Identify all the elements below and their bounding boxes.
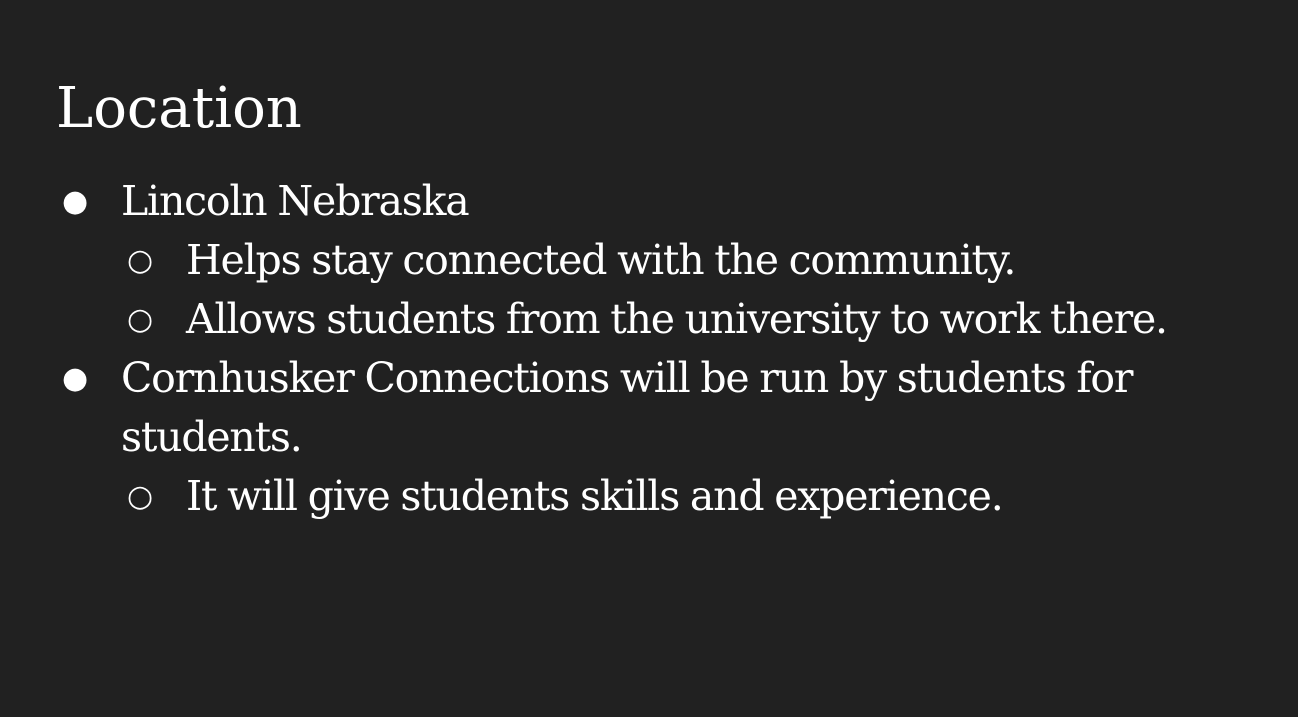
sub-bullet-text: It will give students skills and experie… [186, 472, 1004, 520]
sub-bullet-item-community: ○ Helps stay connected with the communit… [56, 231, 1256, 290]
filled-bullet-icon: ● [62, 361, 89, 396]
slide-title: Location [56, 76, 302, 141]
hollow-bullet-icon: ○ [127, 302, 154, 337]
slide: Location ● Lincoln Nebraska ○ Helps stay… [0, 0, 1298, 717]
bullet-text: Lincoln Nebraska [121, 177, 470, 225]
sub-bullet-item-skills: ○ It will give students skills and exper… [56, 467, 1256, 526]
bullet-list: ● Lincoln Nebraska ○ Helps stay connecte… [56, 172, 1256, 526]
hollow-bullet-icon: ○ [127, 479, 154, 514]
bullet-text: Cornhusker Connections will be run by st… [121, 354, 1133, 461]
filled-bullet-icon: ● [62, 184, 89, 219]
bullet-item-lincoln-nebraska: ● Lincoln Nebraska [56, 172, 1256, 231]
hollow-bullet-icon: ○ [127, 243, 154, 278]
sub-bullet-text: Allows students from the university to w… [186, 295, 1168, 343]
bullet-item-cornhusker-connections: ● Cornhusker Connections will be run by … [56, 349, 1256, 467]
sub-bullet-text: Helps stay connected with the community. [186, 236, 1016, 284]
sub-bullet-item-university: ○ Allows students from the university to… [56, 290, 1256, 349]
